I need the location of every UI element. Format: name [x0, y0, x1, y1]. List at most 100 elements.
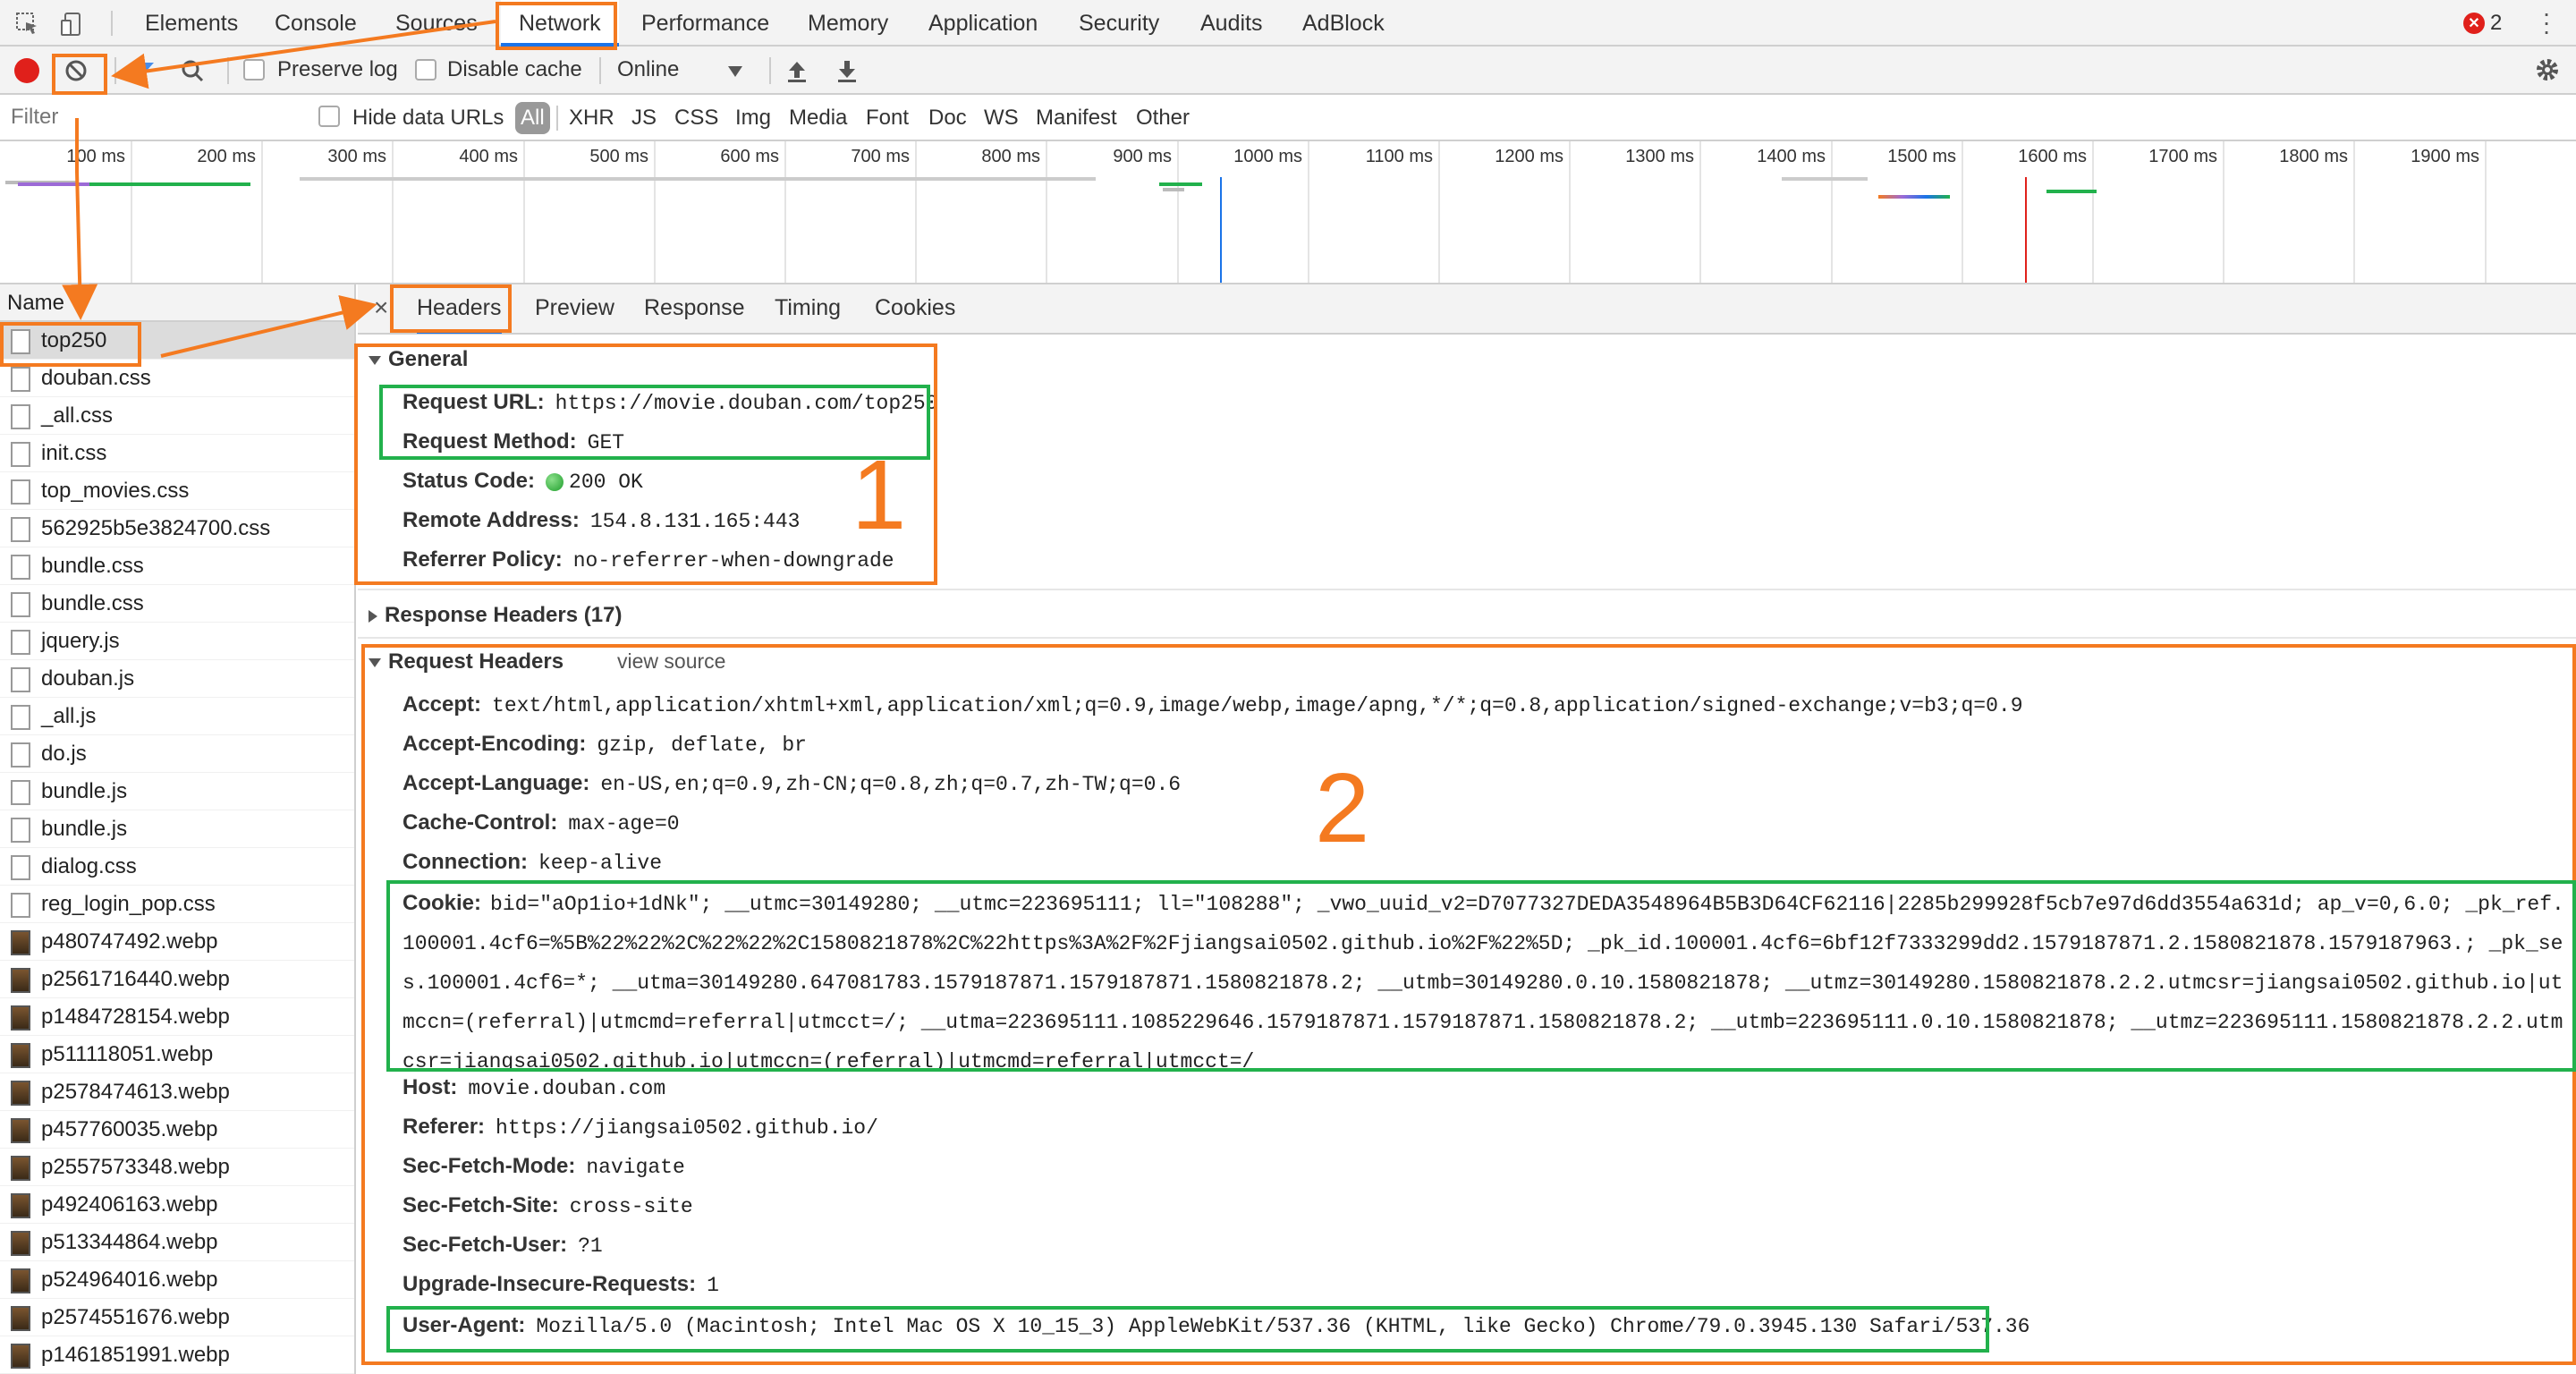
request-name: reg_login_pop.css: [41, 892, 216, 916]
tab-preview[interactable]: Preview: [535, 295, 614, 321]
type-filter-other[interactable]: Other: [1136, 106, 1190, 131]
annotation-box-clear-button: [52, 54, 107, 95]
request-row[interactable]: bundle.css: [0, 547, 354, 585]
timeline-bar: [89, 182, 250, 186]
request-row[interactable]: p1484728154.webp: [0, 998, 354, 1036]
name-column-header[interactable]: Name: [0, 284, 354, 322]
type-filter-manifest[interactable]: Manifest: [1036, 106, 1117, 131]
tab-cookies[interactable]: Cookies: [875, 295, 955, 321]
device-toolbar-icon[interactable]: [59, 11, 86, 38]
request-row[interactable]: reg_login_pop.css: [0, 886, 354, 923]
timeline-tick-label: 1500 ms: [1887, 147, 1956, 166]
tab-console[interactable]: Console: [275, 0, 357, 47]
type-filter-all[interactable]: All: [515, 102, 550, 134]
request-row[interactable]: 562925b5e3824700.css: [0, 510, 354, 547]
section-divider: [358, 589, 2576, 590]
tab-application[interactable]: Application: [928, 0, 1038, 47]
request-row[interactable]: p524964016.webp: [0, 1261, 354, 1299]
timeline-tick-label: 1900 ms: [2411, 147, 2479, 166]
request-name: init.css: [41, 441, 107, 465]
annotation-label-1: 1: [852, 440, 907, 550]
request-row[interactable]: dialog.css: [0, 848, 354, 886]
request-row[interactable]: bundle.js: [0, 810, 354, 848]
request-name: bundle.css: [41, 591, 144, 615]
timeline-tick-label: 500 ms: [589, 147, 648, 166]
filter-input[interactable]: [4, 100, 299, 134]
request-row[interactable]: jquery.js: [0, 623, 354, 660]
type-filter-img[interactable]: Img: [735, 106, 771, 131]
toolbar-divider: [114, 57, 116, 84]
type-filter-media[interactable]: Media: [789, 106, 847, 131]
request-row[interactable]: _all.css: [0, 397, 354, 435]
network-overview-timeline[interactable]: 100 ms 200 ms 300 ms 400 ms 500 ms 600 ms 700 …: [0, 141, 2576, 284]
request-name: p511118051.webp: [41, 1042, 214, 1066]
request-row[interactable]: init.css: [0, 435, 354, 472]
request-row[interactable]: do.js: [0, 735, 354, 773]
annotation-box-user-agent: [386, 1306, 1989, 1353]
type-filter-js[interactable]: JS: [631, 106, 657, 131]
request-row[interactable]: p457760035.webp: [0, 1111, 354, 1149]
inspect-element-icon[interactable]: [14, 11, 41, 38]
tab-memory[interactable]: Memory: [808, 0, 888, 47]
timeline-bar: [1163, 188, 1184, 191]
document-file-icon: [11, 705, 30, 730]
request-row[interactable]: p1461851991.webp: [0, 1336, 354, 1374]
request-row[interactable]: p2561716440.webp: [0, 961, 354, 998]
image-file-icon: [11, 1306, 30, 1331]
record-button[interactable]: [14, 58, 39, 83]
request-row[interactable]: bundle.js: [0, 773, 354, 810]
tab-performance[interactable]: Performance: [641, 0, 769, 47]
request-row[interactable]: p511118051.webp: [0, 1036, 354, 1073]
request-row[interactable]: p2557573348.webp: [0, 1149, 354, 1186]
request-name: do.js: [41, 742, 87, 766]
settings-gear-icon[interactable]: [2533, 55, 2562, 84]
image-file-icon: [11, 1193, 30, 1218]
export-har-icon[interactable]: [834, 57, 860, 84]
request-row[interactable]: _all.js: [0, 698, 354, 735]
type-filter-doc[interactable]: Doc: [928, 106, 967, 131]
annotation-box-network-tab: [496, 2, 617, 50]
more-options-icon[interactable]: · · ·: [2542, 1, 2551, 44]
tab-response[interactable]: Response: [644, 295, 745, 321]
import-har-icon[interactable]: [784, 57, 810, 84]
search-icon[interactable]: [179, 57, 206, 84]
type-filter-ws[interactable]: WS: [984, 106, 1019, 131]
filter-icon[interactable]: [131, 57, 157, 84]
request-name: _all.js: [41, 704, 97, 728]
timeline-tick-label: 700 ms: [851, 147, 910, 166]
timeline-tick-label: 400 ms: [459, 147, 518, 166]
error-count[interactable]: 2: [2490, 11, 2502, 36]
request-row[interactable]: douban.js: [0, 660, 354, 698]
image-file-icon: [11, 1344, 30, 1369]
tab-security[interactable]: Security: [1079, 0, 1159, 47]
response-headers-toggle[interactable]: Response Headers (17): [369, 603, 622, 628]
error-icon[interactable]: ✕: [2463, 13, 2485, 34]
close-detail-icon[interactable]: ×: [374, 293, 388, 322]
request-row[interactable]: p513344864.webp: [0, 1224, 354, 1261]
disable-cache-label: Disable cache: [447, 57, 582, 81]
request-row[interactable]: top_movies.css: [0, 472, 354, 510]
request-row[interactable]: p2574551676.webp: [0, 1299, 354, 1336]
type-filter-css[interactable]: CSS: [674, 106, 718, 131]
tab-timing[interactable]: Timing: [775, 295, 841, 321]
disable-cache-checkbox[interactable]: [415, 59, 436, 81]
dropdown-arrow-icon[interactable]: [728, 66, 742, 77]
tab-sources[interactable]: Sources: [395, 0, 478, 47]
preserve-log-checkbox[interactable]: [243, 59, 265, 81]
document-file-icon: [11, 517, 30, 542]
request-row[interactable]: p2578474613.webp: [0, 1073, 354, 1111]
load-event-line: [2025, 177, 2027, 283]
throttling-select[interactable]: Online: [617, 57, 679, 82]
tab-adblock[interactable]: AdBlock: [1302, 0, 1385, 47]
request-row[interactable]: bundle.css: [0, 585, 354, 623]
type-filter-xhr[interactable]: XHR: [569, 106, 614, 131]
image-file-icon: [11, 1118, 30, 1143]
document-file-icon: [11, 818, 30, 843]
hide-data-urls-checkbox[interactable]: [318, 106, 340, 127]
request-row[interactable]: p492406163.webp: [0, 1186, 354, 1224]
tab-elements[interactable]: Elements: [145, 0, 238, 47]
image-file-icon: [11, 1231, 30, 1256]
request-row[interactable]: p480747492.webp: [0, 923, 354, 961]
type-filter-font[interactable]: Font: [866, 106, 909, 131]
tab-audits[interactable]: Audits: [1200, 0, 1262, 47]
